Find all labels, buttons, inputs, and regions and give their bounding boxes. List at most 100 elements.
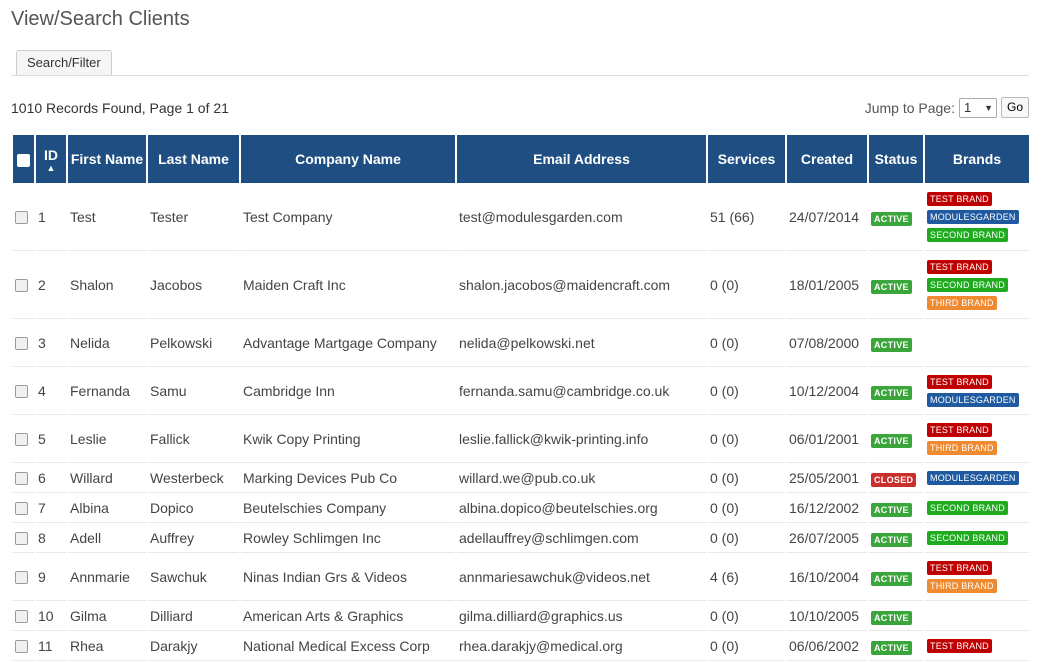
header-id[interactable]: ID ▲ bbox=[36, 135, 66, 183]
table-row: 4 Fernanda Samu Cambridge Inn fernanda.samu@… bbox=[13, 367, 1029, 415]
row-checkbox[interactable] bbox=[15, 385, 28, 399]
header-services[interactable]: Services bbox=[708, 135, 785, 183]
cell-email[interactable]: shalon.jacobos@maidencraft.com bbox=[457, 251, 706, 319]
row-checkbox[interactable] bbox=[15, 279, 28, 293]
row-select bbox=[13, 319, 34, 367]
cell-first-name[interactable]: Adell bbox=[68, 523, 146, 553]
cell-company[interactable]: Marking Devices Pub Co bbox=[241, 463, 455, 493]
cell-email[interactable]: nelida@pelkowski.net bbox=[457, 319, 706, 367]
cell-id[interactable]: 4 bbox=[36, 367, 66, 415]
cell-last-name[interactable]: Tester bbox=[148, 183, 239, 251]
header-company-name[interactable]: Company Name bbox=[241, 135, 455, 183]
cell-status: ACTIVE bbox=[869, 553, 923, 601]
header-brands: Brands bbox=[925, 135, 1029, 183]
row-checkbox[interactable] bbox=[15, 571, 28, 585]
cell-last-name[interactable]: Pelkowski bbox=[148, 319, 239, 367]
cell-first-name[interactable]: Annmarie bbox=[68, 553, 146, 601]
cell-company[interactable]: Beutelschies Company bbox=[241, 493, 455, 523]
brand-badge: TEST BRAND bbox=[927, 374, 992, 389]
header-last-name[interactable]: Last Name bbox=[148, 135, 239, 183]
row-checkbox[interactable] bbox=[15, 337, 28, 351]
cell-last-name[interactable]: Darakjy bbox=[148, 631, 239, 661]
cell-first-name[interactable]: Rhea bbox=[68, 631, 146, 661]
cell-id[interactable]: 9 bbox=[36, 553, 66, 601]
cell-company[interactable]: National Medical Excess Corp bbox=[241, 631, 455, 661]
tab-search-filter[interactable]: Search/Filter bbox=[16, 50, 112, 75]
cell-id[interactable]: 6 bbox=[36, 463, 66, 493]
header-email[interactable]: Email Address bbox=[457, 135, 706, 183]
cell-last-name[interactable]: Dilliard bbox=[148, 601, 239, 631]
cell-email[interactable]: gilma.dilliard@graphics.us bbox=[457, 601, 706, 631]
cell-services: 0 (0) bbox=[708, 463, 785, 493]
brand-badge: TEST BRAND bbox=[927, 422, 992, 437]
row-checkbox[interactable] bbox=[15, 640, 28, 654]
cell-email[interactable]: willard.we@pub.co.uk bbox=[457, 463, 706, 493]
cell-first-name[interactable]: Shalon bbox=[68, 251, 146, 319]
jump-to-page: Jump to Page: 1 ▼ Go bbox=[865, 97, 1029, 118]
cell-id[interactable]: 7 bbox=[36, 493, 66, 523]
row-checkbox[interactable] bbox=[15, 532, 28, 546]
cell-company[interactable]: Maiden Craft Inc bbox=[241, 251, 455, 319]
cell-company[interactable]: Test Company bbox=[241, 183, 455, 251]
cell-id[interactable]: 10 bbox=[36, 601, 66, 631]
services-count: 0 (0) bbox=[710, 334, 739, 351]
row-checkbox[interactable] bbox=[15, 211, 28, 225]
brand-badge: MODULESGARDEN bbox=[927, 470, 1019, 485]
services-count: 0 (0) bbox=[710, 382, 739, 399]
row-select bbox=[13, 631, 34, 661]
cell-email[interactable]: adellauffrey@schlimgen.com bbox=[457, 523, 706, 553]
cell-first-name[interactable]: Gilma bbox=[68, 601, 146, 631]
cell-first-name[interactable]: Nelida bbox=[68, 319, 146, 367]
status-badge: ACTIVE bbox=[871, 279, 912, 294]
table-row: 9 Annmarie Sawchuk Ninas Indian Grs & Video… bbox=[13, 553, 1029, 601]
header-status[interactable]: Status bbox=[869, 135, 923, 183]
cell-email[interactable]: annmariesawchuk@videos.net bbox=[457, 553, 706, 601]
cell-company[interactable]: Ninas Indian Grs & Videos bbox=[241, 553, 455, 601]
cell-company[interactable]: Kwik Copy Printing bbox=[241, 415, 455, 463]
cell-first-name[interactable]: Willard bbox=[68, 463, 146, 493]
go-button[interactable]: Go bbox=[1000, 97, 1029, 118]
cell-last-name[interactable]: Sawchuk bbox=[148, 553, 239, 601]
cell-company[interactable]: American Arts & Graphics bbox=[241, 601, 455, 631]
cell-last-name[interactable]: Fallick bbox=[148, 415, 239, 463]
row-checkbox[interactable] bbox=[15, 472, 28, 486]
cell-services: 0 (0) bbox=[708, 367, 785, 415]
cell-company[interactable]: Cambridge Inn bbox=[241, 367, 455, 415]
header-created[interactable]: Created bbox=[787, 135, 867, 183]
status-badge: ACTIVE bbox=[871, 532, 912, 547]
cell-brands: TEST BRAND THIRD BRAND bbox=[925, 553, 1029, 601]
status-badge: ACTIVE bbox=[871, 433, 912, 448]
cell-last-name[interactable]: Dopico bbox=[148, 493, 239, 523]
cell-first-name[interactable]: Albina bbox=[68, 493, 146, 523]
cell-first-name[interactable]: Fernanda bbox=[68, 367, 146, 415]
cell-company[interactable]: Advantage Martgage Company bbox=[241, 319, 455, 367]
cell-email[interactable]: fernanda.samu@cambridge.co.uk bbox=[457, 367, 706, 415]
page-select[interactable]: 1 ▼ bbox=[958, 97, 997, 118]
cell-id[interactable]: 5 bbox=[36, 415, 66, 463]
cell-email[interactable]: test@modulesgarden.com bbox=[457, 183, 706, 251]
tab-bar: Search/Filter bbox=[11, 50, 1029, 76]
header-first-name[interactable]: First Name bbox=[68, 135, 146, 183]
cell-last-name[interactable]: Auffrey bbox=[148, 523, 239, 553]
cell-id[interactable]: 2 bbox=[36, 251, 66, 319]
row-checkbox[interactable] bbox=[15, 502, 28, 516]
cell-company[interactable]: Rowley Schlimgen Inc bbox=[241, 523, 455, 553]
cell-id[interactable]: 8 bbox=[36, 523, 66, 553]
cell-last-name[interactable]: Jacobos bbox=[148, 251, 239, 319]
row-checkbox[interactable] bbox=[15, 433, 28, 447]
cell-id[interactable]: 3 bbox=[36, 319, 66, 367]
cell-first-name[interactable]: Leslie bbox=[68, 415, 146, 463]
cell-email[interactable]: albina.dopico@beutelschies.org bbox=[457, 493, 706, 523]
table-row: 10 Gilma Dilliard American Arts & Graphics g… bbox=[13, 601, 1029, 631]
cell-id[interactable]: 1 bbox=[36, 183, 66, 251]
cell-id[interactable]: 11 bbox=[36, 631, 66, 661]
sort-up-icon: ▲ bbox=[46, 163, 56, 173]
cell-email[interactable]: leslie.fallick@kwik-printing.info bbox=[457, 415, 706, 463]
row-checkbox[interactable] bbox=[15, 610, 28, 624]
cell-last-name[interactable]: Westerbeck bbox=[148, 463, 239, 493]
select-all-checkbox[interactable] bbox=[17, 153, 30, 167]
cell-first-name[interactable]: Test bbox=[68, 183, 146, 251]
cell-email[interactable]: rhea.darakjy@medical.org bbox=[457, 631, 706, 661]
cell-last-name[interactable]: Samu bbox=[148, 367, 239, 415]
row-select bbox=[13, 601, 34, 631]
